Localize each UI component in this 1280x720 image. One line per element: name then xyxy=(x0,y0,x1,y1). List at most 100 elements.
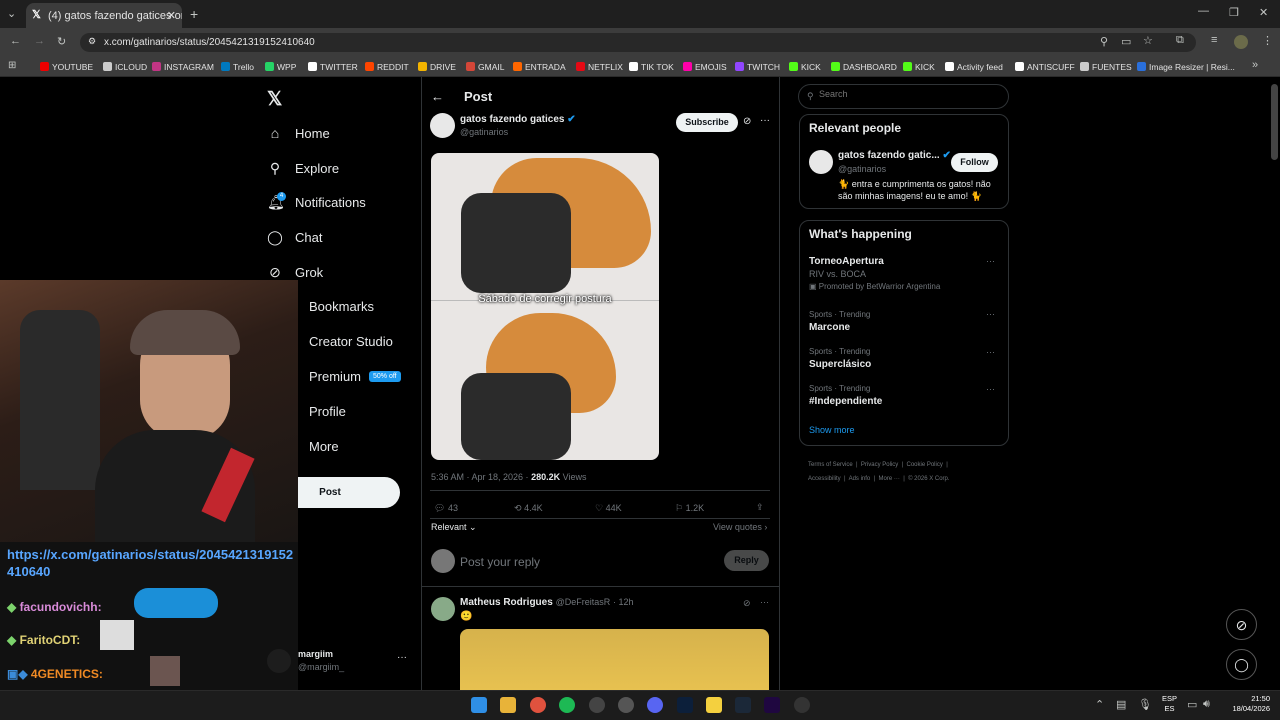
share-icon[interactable]: ⇪ xyxy=(756,502,764,513)
bookmark-item[interactable]: DASHBOARD xyxy=(831,62,897,72)
bookmark-item[interactable]: TIK TOK xyxy=(629,62,674,72)
author-handle[interactable]: @gatinarios xyxy=(460,127,508,137)
bookmark-item[interactable]: FUENTES xyxy=(1080,62,1132,72)
bookmark-item[interactable]: ANTISCUFF xyxy=(1015,62,1075,72)
trend-item[interactable]: Sports · Trending Marcone xyxy=(809,310,870,333)
reply-input[interactable]: Post your reply xyxy=(460,555,540,569)
reply-image[interactable] xyxy=(460,629,769,690)
extensions-icon[interactable]: ⧉ xyxy=(1176,34,1184,47)
obs-icon[interactable] xyxy=(589,697,605,713)
tab-search-icon[interactable]: ⌄ xyxy=(7,7,16,20)
maximize-icon[interactable]: ❐ xyxy=(1229,6,1239,19)
nav-home[interactable]: ⌂ Home xyxy=(267,125,330,141)
trend-item[interactable]: Sports · Trending Superclásico xyxy=(809,347,871,370)
bookmark-item[interactable]: TWITCH xyxy=(735,62,780,72)
repost-action[interactable]: ⟲ 4.4K xyxy=(514,503,543,514)
trend-more-icon[interactable]: ··· xyxy=(986,347,995,357)
apps-grid-icon[interactable]: ⊞ xyxy=(8,60,16,71)
x-logo-icon[interactable]: 𝕏 xyxy=(267,88,282,111)
more-icon[interactable]: ··· xyxy=(760,597,769,607)
reload-icon[interactable]: ↻ xyxy=(57,35,66,48)
cast-icon[interactable]: ▭ xyxy=(1121,35,1131,48)
bookmark-item[interactable]: KICK xyxy=(789,62,821,72)
nav-premium[interactable]: Premium 50% off xyxy=(281,369,401,384)
volume-icon[interactable]: 🔊︎ xyxy=(1203,698,1210,711)
sort-replies[interactable]: Relevant ⌄ xyxy=(431,522,477,533)
menu-icon[interactable]: ⋮ xyxy=(1262,34,1273,47)
chrome-icon[interactable] xyxy=(530,697,546,713)
bookmark-item[interactable]: WPP xyxy=(265,62,296,72)
trend-item[interactable]: Sports · Trending #Independiente xyxy=(809,384,882,407)
back-arrow-icon[interactable]: ← xyxy=(431,89,444,104)
reply-author-avatar[interactable] xyxy=(431,597,455,621)
new-tab-icon[interactable]: + xyxy=(190,6,198,22)
start-icon[interactable] xyxy=(471,697,487,713)
show-more-link[interactable]: Show more xyxy=(809,425,855,435)
close-window-icon[interactable]: ✕ xyxy=(1259,6,1268,19)
minimize-icon[interactable]: — xyxy=(1198,5,1209,17)
relevant-name[interactable]: gatos fazendo gatic... ✔ xyxy=(838,150,951,161)
bookmark-item[interactable]: Trello xyxy=(221,62,254,72)
photoshop-icon[interactable] xyxy=(677,697,693,713)
grok-float-icon[interactable]: ⊘ xyxy=(1226,609,1257,640)
bookmark-item[interactable]: Activity feed xyxy=(945,62,1003,72)
reply-action[interactable]: 💬︎ 43 xyxy=(434,503,458,514)
bookmark-item[interactable]: ENTRADA xyxy=(513,62,566,72)
forward-icon[interactable]: → xyxy=(34,35,45,47)
more-icon[interactable]: ··· xyxy=(760,115,770,126)
clock[interactable]: 21:50 18/04/2026 xyxy=(1226,694,1270,714)
scrollbar[interactable] xyxy=(1271,84,1278,160)
nav-chat[interactable]: ◯ Chat xyxy=(267,229,322,246)
bookmark-item[interactable]: EMOJIS xyxy=(683,62,727,72)
capcut-icon[interactable] xyxy=(794,697,810,713)
trend-more-icon[interactable]: ··· xyxy=(986,384,995,394)
app-icon[interactable] xyxy=(618,697,634,713)
author-name[interactable]: gatos fazendo gatices ✔ xyxy=(460,114,576,125)
post-image[interactable]: Sábado de corregir postura xyxy=(431,153,659,460)
search-input[interactable] xyxy=(819,89,999,99)
reading-list-icon[interactable]: ≡ xyxy=(1211,34,1217,46)
zoom-icon[interactable]: ⚲ xyxy=(1100,35,1108,48)
messages-float-icon[interactable]: ◯ xyxy=(1226,649,1257,680)
trend-more-icon[interactable]: ··· xyxy=(986,309,995,319)
bookmark-item[interactable]: NETFLIX xyxy=(576,62,623,72)
view-quotes-link[interactable]: View quotes › xyxy=(713,522,767,532)
star-icon[interactable]: ☆ xyxy=(1143,34,1153,47)
bookmark-item[interactable]: TWITTER xyxy=(308,62,358,72)
nav-grok[interactable]: ⊘ Grok xyxy=(267,264,323,281)
tray-chevron-icon[interactable]: ⌃ xyxy=(1095,698,1104,711)
bookmark-item[interactable]: GMAIL xyxy=(466,62,504,72)
reply-author[interactable]: Matheus Rodrigues @DeFreitasR · 12h xyxy=(460,597,634,608)
bookmark-item[interactable]: REDDIT xyxy=(365,62,409,72)
discord-icon[interactable] xyxy=(647,697,663,713)
relevant-avatar[interactable] xyxy=(809,150,833,174)
bookmark-item[interactable]: INSTAGRAM xyxy=(152,62,214,72)
file-explorer-icon[interactable] xyxy=(500,697,516,713)
browser-tab[interactable]: 𝕏 (4) gatos fazendo gatices on X ✕ xyxy=(26,3,182,28)
bookmark-item[interactable]: KICK xyxy=(903,62,935,72)
reply-button[interactable]: Reply xyxy=(724,550,769,571)
subscribe-button[interactable]: Subscribe xyxy=(676,113,738,132)
notes-icon[interactable] xyxy=(706,697,722,713)
account-menu-icon[interactable]: ··· xyxy=(397,652,407,663)
close-tab-icon[interactable]: ✕ xyxy=(167,9,176,22)
like-action[interactable]: ♡ 44K xyxy=(595,503,622,514)
profile-avatar[interactable] xyxy=(1234,35,1248,49)
bookmark-item[interactable]: YOUTUBE xyxy=(40,62,93,72)
bookmark-item[interactable]: DRIVE xyxy=(418,62,456,72)
mic-icon[interactable]: 🎙︎ xyxy=(1138,698,1152,711)
nav-explore[interactable]: ⚲ Explore xyxy=(267,160,339,177)
chat-message-link[interactable]: https://x.com/gatinarios/status/20454213… xyxy=(7,546,297,580)
spotify-icon[interactable] xyxy=(559,697,575,713)
network-icon[interactable]: ▭ xyxy=(1187,698,1197,711)
search-bar[interactable]: ⚲ xyxy=(798,84,1009,109)
grok-icon[interactable]: ⊘ xyxy=(743,116,751,127)
address-bar[interactable]: ⚙ x.com/gatinarios/status/20454213191524… xyxy=(80,33,1196,52)
site-info-icon[interactable]: ⚙ xyxy=(88,36,96,47)
more-bookmarks-icon[interactable]: » xyxy=(1252,59,1258,71)
bookmark-item[interactable]: ICLOUD xyxy=(103,62,147,72)
grok-icon[interactable]: ⊘ xyxy=(743,598,751,609)
bookmark-action[interactable]: ⚐ 1.2K xyxy=(675,503,704,514)
language-indicator[interactable]: ESP ES xyxy=(1162,694,1177,714)
trend-item[interactable]: TorneoApertura RIV vs. BOCA ▣ Promoted b… xyxy=(809,256,940,291)
